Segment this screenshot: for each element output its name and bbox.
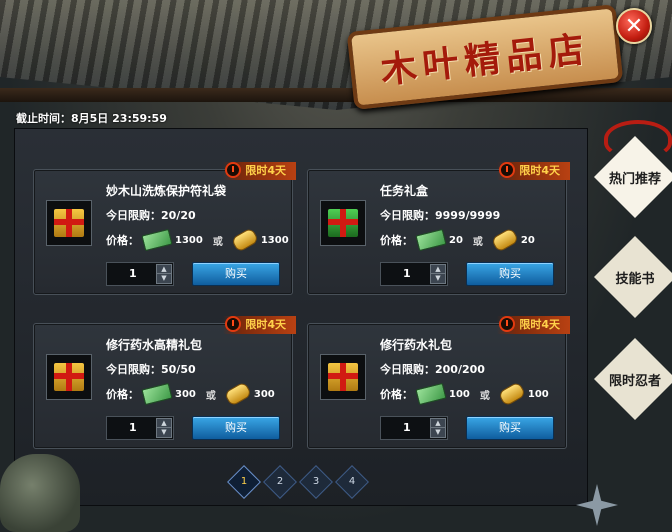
page-button-3[interactable]: 3 [299, 465, 333, 499]
spin-down-icon[interactable]: ▼ [430, 427, 446, 438]
gold-coin-icon [223, 381, 253, 407]
buy-button[interactable]: 购买 [466, 262, 554, 286]
price-row: 价格： 300 或 300 [106, 381, 275, 407]
price-row: 价格： 100 或 100 [380, 381, 549, 407]
clock-icon [225, 316, 242, 332]
item-slot[interactable] [46, 200, 92, 246]
item-card: 限时4天 修行药水高精礼包 今日限购：50/50 价格： 300 或 300 1… [33, 316, 296, 449]
page-button-2[interactable]: 2 [263, 465, 297, 499]
quantity-stepper[interactable]: 1 ▲ ▼ [380, 262, 448, 286]
green-gift-box-icon [328, 209, 358, 237]
limited-time-badge: 限时4天 [497, 316, 570, 334]
item-name: 修行药水礼包 [380, 338, 453, 352]
pagination: 1 2 3 4 [227, 465, 369, 499]
limited-time-badge: 限时4天 [497, 162, 570, 180]
roof-eaves [0, 88, 672, 102]
buy-button[interactable]: 购买 [192, 262, 280, 286]
buy-button[interactable]: 购买 [466, 416, 554, 440]
item-card: 限时4天 任务礼盒 今日限购：9999/9999 价格： 20 或 20 1 ▲ ▼… [307, 162, 570, 295]
close-icon: ✕ [624, 13, 644, 39]
shop-panel: 限时4天 妙木山洗炼保护符礼袋 今日限购：20/20 价格： 1300 或 13… [14, 128, 588, 506]
gold-coin-icon [490, 227, 520, 253]
daily-limit: 今日限购：200/200 [380, 363, 485, 376]
deadline-text: 截止时间：8月5日 23:59:59 [16, 112, 167, 125]
daily-limit: 今日限购：9999/9999 [380, 209, 501, 222]
money-bag-decoration [0, 454, 80, 532]
gold-coin-icon [230, 227, 260, 253]
item-slot[interactable] [46, 354, 92, 400]
item-slot[interactable] [320, 354, 366, 400]
price-row: 价格： 20 或 20 [380, 227, 535, 253]
item-name: 任务礼盒 [380, 184, 429, 198]
close-button[interactable]: ✕ [616, 8, 652, 44]
item-card: 限时4天 妙木山洗炼保护符礼袋 今日限购：20/20 价格： 1300 或 13… [33, 162, 296, 295]
page-button-1[interactable]: 1 [227, 465, 261, 499]
clock-icon [225, 162, 242, 178]
spin-down-icon[interactable]: ▼ [156, 273, 172, 284]
item-slot[interactable] [320, 200, 366, 246]
gold-coin-icon [497, 381, 527, 407]
limited-time-badge: 限时4天 [223, 162, 296, 180]
gold-gift-box-icon [54, 363, 84, 391]
item-name: 妙木山洗炼保护符礼袋 [106, 184, 227, 198]
gold-gift-box-icon [328, 363, 358, 391]
money-icon [415, 228, 447, 252]
item-name: 修行药水高精礼包 [106, 338, 203, 352]
money-icon [141, 382, 173, 406]
gold-gift-box-icon [54, 209, 84, 237]
page-button-4[interactable]: 4 [335, 465, 369, 499]
item-card: 限时4天 修行药水礼包 今日限购：200/200 价格： 100 或 100 1… [307, 316, 570, 449]
limited-time-badge: 限时4天 [223, 316, 296, 334]
quantity-stepper[interactable]: 1 ▲ ▼ [106, 416, 174, 440]
daily-limit: 今日限购：20/20 [106, 209, 196, 222]
quantity-stepper[interactable]: 1 ▲ ▼ [380, 416, 448, 440]
price-row: 价格： 1300 或 1300 [106, 227, 289, 253]
quantity-stepper[interactable]: 1 ▲ ▼ [106, 262, 174, 286]
clock-icon [499, 316, 516, 332]
buy-button[interactable]: 购买 [192, 416, 280, 440]
spin-down-icon[interactable]: ▼ [430, 273, 446, 284]
shop-title: 木叶精品店 [378, 28, 592, 92]
money-icon [141, 228, 173, 252]
clock-icon [499, 162, 516, 178]
money-icon [415, 382, 447, 406]
spin-down-icon[interactable]: ▼ [156, 427, 172, 438]
daily-limit: 今日限购：50/50 [106, 363, 196, 376]
